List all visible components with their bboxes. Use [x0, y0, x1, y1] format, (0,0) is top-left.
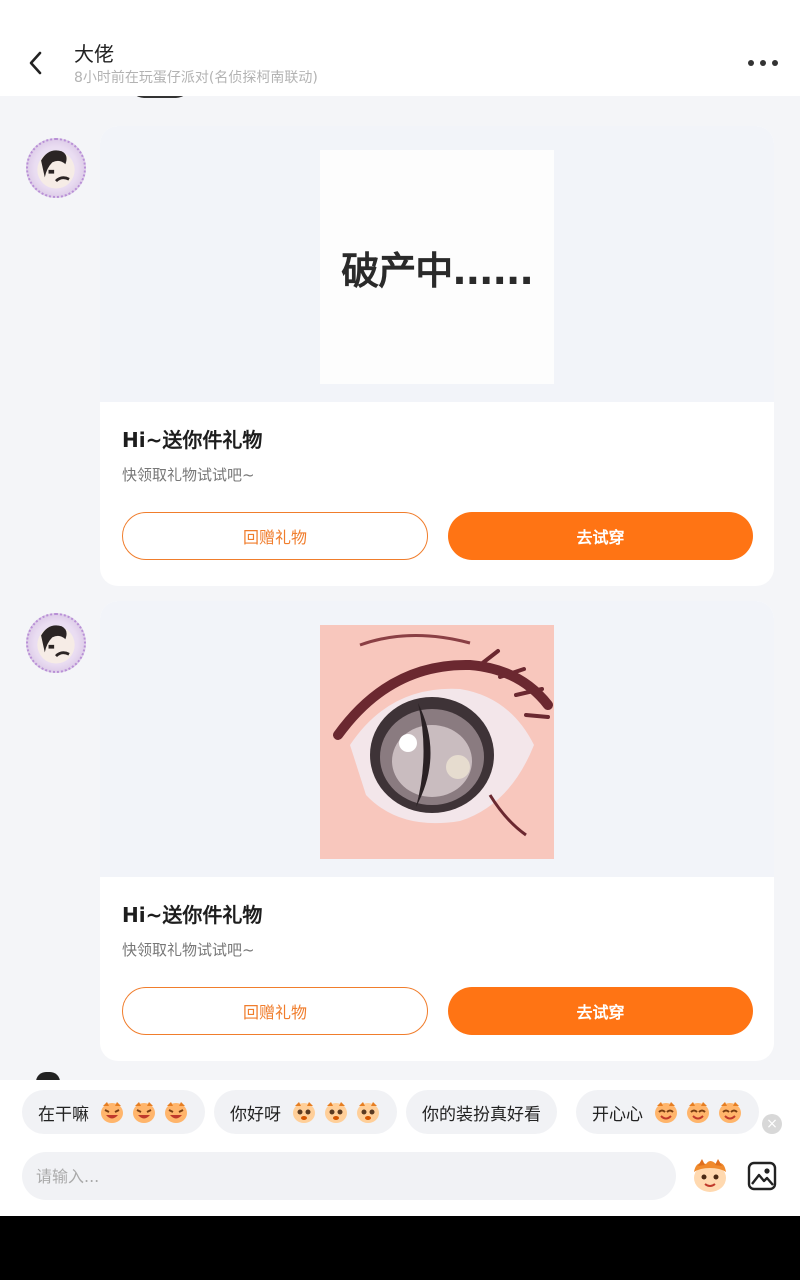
anime-eye-icon [320, 625, 554, 859]
image-button[interactable] [746, 1160, 778, 1192]
back-button[interactable] [20, 46, 52, 80]
gift-preview-area [100, 601, 774, 877]
return-gift-button[interactable]: 回赠礼物 [122, 987, 428, 1035]
chevron-left-icon [29, 51, 42, 75]
chat-title: 大佬 [74, 42, 114, 66]
quick-reply-label: 开心心 [592, 1104, 643, 1125]
composer: 在干嘛 你好呀 你的装扮真好看 开心心 × 请输入... [0, 1080, 800, 1216]
gift-card: Hi~送你件礼物 快领取礼物试试吧~ 回赠礼物 去试穿 [100, 601, 774, 1061]
quick-reply-chip[interactable]: 你的装扮真好看 [406, 1090, 557, 1134]
emoji-button[interactable] [690, 1156, 730, 1196]
next-message-fragment [36, 1072, 60, 1080]
gift-image[interactable]: 破产中...... [320, 150, 554, 384]
message-list[interactable]: 破产中...... Hi~送你件礼物 快领取礼物试试吧~ 回赠礼物 去试穿 Hi… [0, 96, 800, 1080]
more-dot-icon [760, 60, 766, 66]
gift-title: Hi~送你件礼物 [122, 428, 263, 452]
gift-image[interactable] [320, 625, 554, 859]
avatar-image-icon [37, 150, 75, 189]
more-dot-icon [748, 60, 754, 66]
try-on-button[interactable]: 去试穿 [448, 512, 753, 560]
gift-description: 快领取礼物试试吧~ [122, 941, 255, 959]
quick-reply-label: 你的装扮真好看 [422, 1104, 541, 1125]
chat-screen: 大佬 8小时前在玩蛋仔派对(名侦探柯南联动) 破产中...... Hi~送你件礼… [0, 0, 800, 1216]
message-input[interactable] [22, 1152, 676, 1200]
sender-avatar[interactable] [26, 613, 86, 673]
quick-replies: 在干嘛 你好呀 你的装扮真好看 开心心 × [0, 1090, 800, 1136]
gift-preview-area: 破产中...... [100, 126, 774, 402]
gift-image-text: 破产中...... [341, 248, 534, 293]
happy-face-icon [647, 1100, 743, 1124]
chat-header: 大佬 8小时前在玩蛋仔派对(名侦探柯南联动) [0, 0, 800, 96]
more-options-button[interactable] [748, 52, 778, 74]
return-gift-button[interactable]: 回赠礼物 [122, 512, 428, 560]
laugh-face-icon [93, 1100, 189, 1124]
sender-avatar[interactable] [26, 138, 86, 198]
gift-title: Hi~送你件礼物 [122, 903, 263, 927]
close-quick-replies-button[interactable]: × [762, 1114, 782, 1134]
chat-status: 8小时前在玩蛋仔派对(名侦探柯南联动) [74, 70, 318, 86]
quick-reply-chip[interactable]: 你好呀 [214, 1090, 397, 1134]
quick-reply-label: 在干嘛 [38, 1104, 89, 1125]
avatar-image-icon [37, 625, 75, 664]
try-on-button[interactable]: 去试穿 [448, 987, 753, 1035]
quick-reply-chip[interactable]: 开心心 [576, 1090, 759, 1134]
eggy-emoji-icon [694, 1159, 726, 1192]
eggy-face-icon [285, 1100, 381, 1124]
quick-reply-chip[interactable]: 在干嘛 [22, 1090, 205, 1134]
previous-message-fragment [130, 96, 190, 98]
image-icon [747, 1161, 777, 1191]
quick-reply-label: 你好呀 [230, 1104, 281, 1125]
gift-card: 破产中...... Hi~送你件礼物 快领取礼物试试吧~ 回赠礼物 去试穿 [100, 126, 774, 586]
more-dot-icon [772, 60, 778, 66]
gift-description: 快领取礼物试试吧~ [122, 466, 255, 484]
close-icon: × [766, 1116, 778, 1132]
